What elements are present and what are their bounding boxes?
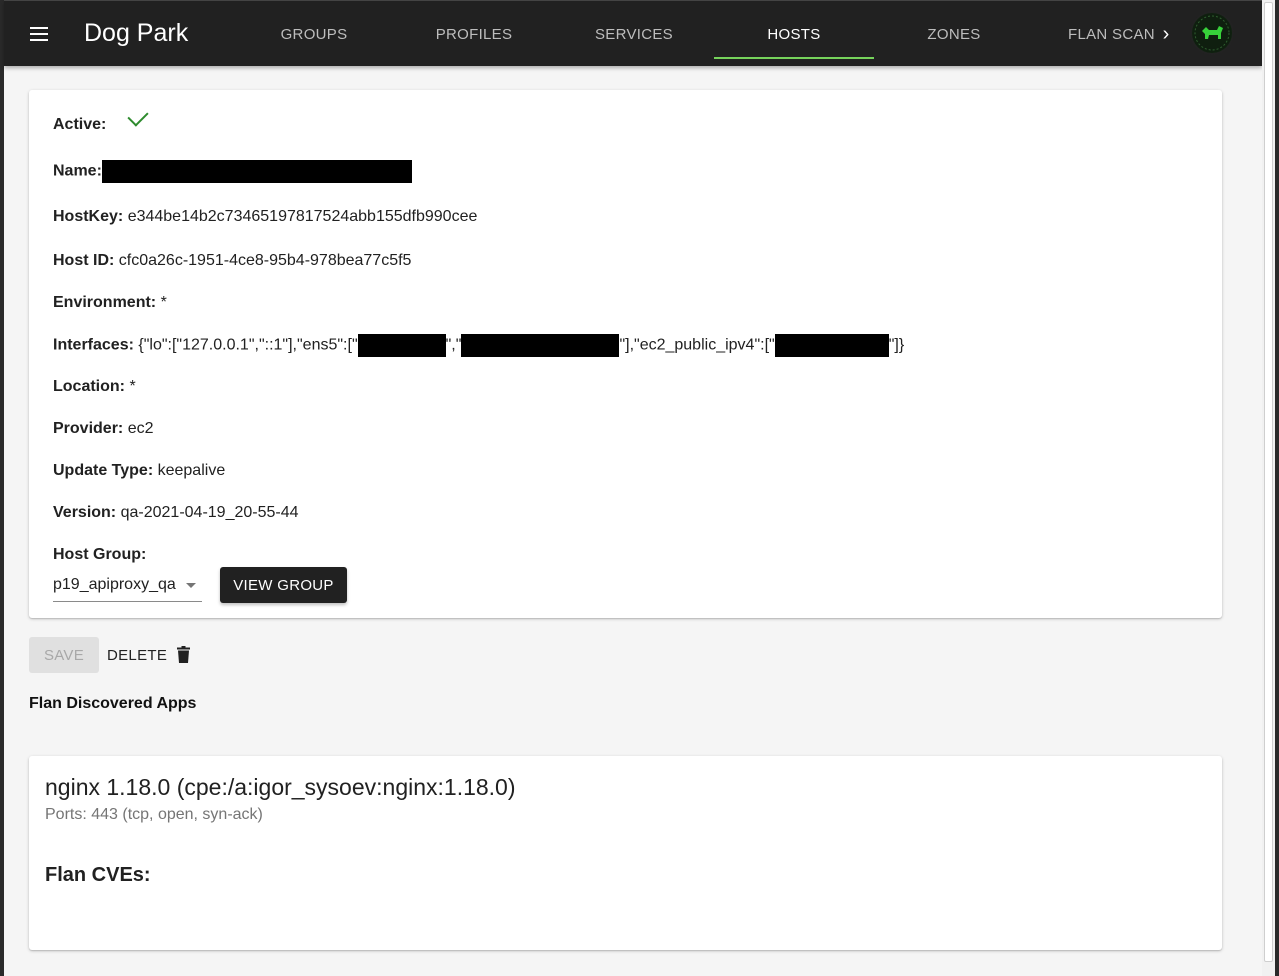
delete-label: DELETE <box>107 646 168 664</box>
tab-groups[interactable]: GROUPS <box>234 1 394 67</box>
app-ports: Ports: 443 (tcp, open, syn-ack) <box>45 806 263 823</box>
menu-icon[interactable] <box>26 21 52 47</box>
hostid-label: Host ID: <box>53 252 115 269</box>
name-label: Name: <box>53 162 102 180</box>
provider-value: ec2 <box>127 420 154 437</box>
environment-value: * <box>160 294 167 311</box>
hostid-field: Host ID: cfc0a26c-1951-4ce8-95b4-978bea7… <box>53 252 411 270</box>
redacted-ip-3 <box>774 334 889 357</box>
nav-tabs: GROUPS PROFILES SERVICES HOSTS ZONES FLA… <box>234 1 1174 67</box>
flan-cves-title: Flan CVEs: <box>45 864 151 886</box>
caret-down-icon <box>186 583 196 588</box>
version-field: Version: qa-2021-04-19_20-55-44 <box>53 504 299 522</box>
provider-field: Provider: ec2 <box>53 420 154 438</box>
chevron-right-icon[interactable]: › <box>1154 21 1178 47</box>
view-group-button[interactable]: VIEW GROUP <box>220 567 347 603</box>
host-group-label: Host Group: <box>53 546 147 563</box>
save-button[interactable]: SAVE <box>29 637 99 673</box>
tab-hosts[interactable]: HOSTS <box>714 1 874 67</box>
interfaces-label: Interfaces: <box>53 336 134 354</box>
interfaces-text-3: "]} <box>888 336 905 354</box>
location-field: Location: * <box>53 378 136 396</box>
interfaces-sep: "," <box>445 336 462 354</box>
hostkey-label: HostKey: <box>53 208 124 225</box>
update-type-value: keepalive <box>157 462 226 479</box>
flan-section-title: Flan Discovered Apps <box>29 695 197 712</box>
hostkey-field: HostKey: e344be14b2c73465197817524abb155… <box>53 208 477 226</box>
redacted-name <box>101 160 412 183</box>
host-details-card: Active: Name: HostKey: e344be14b2c734651… <box>29 90 1222 618</box>
app-bar: Dog Park GROUPS PROFILES SERVICES HOSTS … <box>4 0 1262 66</box>
interfaces-text-2: "],"ec2_public_ipv4":[" <box>619 336 775 354</box>
update-type-label: Update Type: <box>53 462 154 479</box>
interfaces-text-1: {"lo":["127.0.0.1","::1"],"ens5":[" <box>138 336 358 354</box>
version-label: Version: <box>53 504 117 521</box>
scrollbar[interactable] <box>1262 0 1275 976</box>
hostid-value: cfc0a26c-1951-4ce8-95b4-978bea77c5f5 <box>118 252 412 269</box>
interfaces-field: Interfaces: {"lo":["127.0.0.1","::1"],"e… <box>53 334 904 357</box>
scrollbar-thumb[interactable] <box>1264 2 1273 962</box>
tab-zones[interactable]: ZONES <box>874 1 1034 67</box>
location-label: Location: <box>53 378 125 395</box>
tab-profiles[interactable]: PROFILES <box>394 1 554 67</box>
redacted-ip-1 <box>357 334 446 357</box>
redacted-ip-2 <box>461 334 620 357</box>
delete-button[interactable]: DELETE <box>100 637 200 673</box>
location-value: * <box>129 378 136 395</box>
app-name: nginx 1.18.0 (cpe:/a:igor_sysoev:nginx:1… <box>45 774 516 800</box>
update-type-field: Update Type: keepalive <box>53 462 225 480</box>
environment-field: Environment: * <box>53 294 167 312</box>
trash-icon <box>177 646 190 663</box>
tab-flan-scan[interactable]: FLAN SCAN <box>1034 1 1164 67</box>
environment-label: Environment: <box>53 294 157 311</box>
app-title: Dog Park <box>84 19 189 47</box>
name-field: Name: <box>53 160 412 183</box>
provider-label: Provider: <box>53 420 124 437</box>
hostkey-value: e344be14b2c73465197817524abb155dfb990cee <box>127 208 478 225</box>
host-group-field: Host Group: <box>53 546 146 564</box>
host-group-select[interactable]: p19_apiproxy_qa <box>53 568 202 602</box>
flan-app-card: nginx 1.18.0 (cpe:/a:igor_sysoev:nginx:1… <box>29 756 1222 950</box>
version-value: qa-2021-04-19_20-55-44 <box>120 504 299 521</box>
active-label: Active: <box>53 116 107 133</box>
check-icon <box>127 105 149 127</box>
host-group-value: p19_apiproxy_qa <box>53 576 176 593</box>
dog-logo-icon <box>1192 13 1232 53</box>
tab-services[interactable]: SERVICES <box>554 1 714 67</box>
avatar[interactable] <box>1190 11 1234 55</box>
active-field: Active: <box>53 116 106 134</box>
